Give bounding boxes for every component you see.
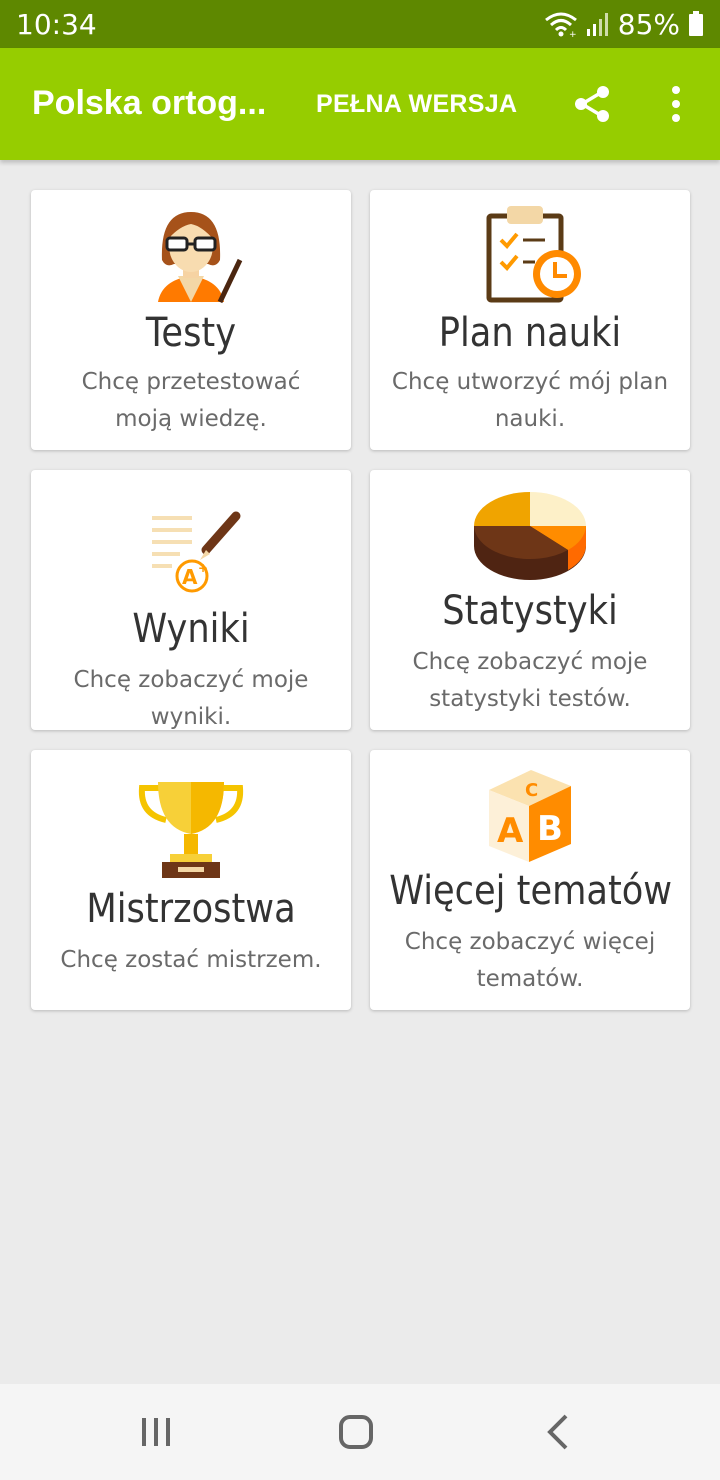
card-description: Chcę zobaczyć moje wyniki. xyxy=(73,667,309,730)
card-statystyki[interactable]: Statystyki Chcę zobaczyć moje statystyki… xyxy=(370,470,690,730)
card-title: Wyniki xyxy=(132,606,250,652)
abc-block-icon: C A B xyxy=(489,770,571,862)
status-icons: + 85% xyxy=(544,8,704,41)
more-vert-icon xyxy=(672,86,680,122)
navigation-bar xyxy=(0,1384,720,1480)
app-bar: Polska ortog... PEŁNA WERSJA xyxy=(0,48,720,160)
svg-text:A: A xyxy=(182,565,198,589)
svg-text:+: + xyxy=(569,30,577,37)
card-testy[interactable]: Testy Chcę przetestować moją wiedzę. xyxy=(31,190,351,450)
svg-text:+: + xyxy=(198,561,208,575)
pie-chart-icon xyxy=(474,492,586,580)
card-description: Chcę przetestować moją wiedzę. xyxy=(81,369,301,432)
card-title: Testy xyxy=(145,310,237,356)
share-button[interactable] xyxy=(572,84,612,124)
card-wiecej-tematow[interactable]: C A B Więcej tematów Chcę zobaczyć więce… xyxy=(370,750,690,1010)
share-icon xyxy=(575,86,609,122)
wifi-icon: + xyxy=(544,12,577,37)
card-title: Więcej tematów xyxy=(389,868,673,914)
svg-text:C: C xyxy=(525,780,538,801)
back-icon xyxy=(547,1414,568,1450)
card-description: Chcę utworzyć mój plan nauki. xyxy=(391,369,669,432)
card-description: Chcę zobaczyć więcej tematów. xyxy=(404,929,656,992)
card-title: Statystyki xyxy=(442,588,618,634)
trophy-icon xyxy=(138,782,244,878)
card-description: Chcę zobaczyć moje statystyki testów. xyxy=(412,649,648,712)
signal-icon xyxy=(586,13,608,36)
home-button[interactable] xyxy=(336,1412,376,1452)
teacher-icon xyxy=(158,212,243,304)
graded-paper-icon: A + xyxy=(152,511,241,593)
clipboard-clock-icon xyxy=(486,206,581,303)
card-mistrzostwa[interactable]: Mistrzostwa Chcę zostać mistrzem. xyxy=(31,750,351,1010)
status-bar: 10:34 + 85% xyxy=(0,0,720,48)
svg-text:B: B xyxy=(537,809,563,849)
card-title: Plan nauki xyxy=(438,310,622,356)
battery-percentage: 85% xyxy=(617,7,680,41)
status-time: 10:34 xyxy=(16,7,97,41)
card-title: Mistrzostwa xyxy=(86,886,296,932)
recent-apps-button[interactable] xyxy=(136,1412,176,1452)
back-button[interactable] xyxy=(538,1412,578,1452)
full-version-button[interactable]: PEŁNA WERSJA xyxy=(316,90,517,119)
recent-apps-icon xyxy=(142,1418,170,1446)
battery-icon xyxy=(689,11,703,36)
card-description: Chcę zostać mistrzem. xyxy=(60,947,322,973)
card-wyniki[interactable]: A + Wyniki Chcę zobaczyć moje wyniki. xyxy=(31,470,351,730)
svg-text:A: A xyxy=(497,811,524,851)
more-options-button[interactable] xyxy=(660,84,692,124)
home-icon xyxy=(339,1415,373,1449)
app-title: Polska ortog... xyxy=(32,84,267,122)
card-plan-nauki[interactable]: Plan nauki Chcę utworzyć mój plan nauki. xyxy=(370,190,690,450)
